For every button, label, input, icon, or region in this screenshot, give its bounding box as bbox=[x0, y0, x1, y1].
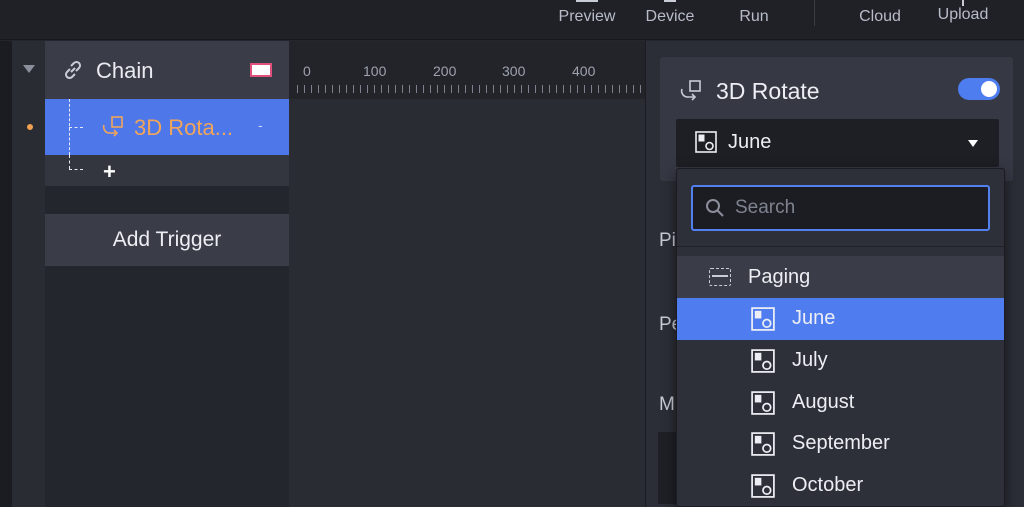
ruler-tick-label: 300 bbox=[502, 63, 526, 79]
item-label: July bbox=[792, 349, 828, 371]
target-layer-select[interactable]: June bbox=[676, 119, 999, 167]
layer-image-icon bbox=[751, 349, 775, 373]
dropdown-search[interactable] bbox=[691, 185, 990, 231]
layer-image-icon bbox=[751, 391, 775, 415]
dropdown-item-july[interactable]: July bbox=[677, 340, 1004, 382]
ruler-tick-label: 200 bbox=[433, 63, 457, 79]
ruler-ticks bbox=[297, 85, 645, 93]
dropdown-divider bbox=[677, 246, 1004, 247]
item-label: June bbox=[792, 307, 836, 329]
search-icon bbox=[706, 199, 724, 217]
left-edge-strip bbox=[0, 41, 12, 507]
upload-icon bbox=[962, 0, 964, 6]
activity-dot bbox=[27, 124, 33, 130]
inspector-title: 3D Rotate bbox=[716, 78, 820, 104]
run-label: Run bbox=[739, 8, 769, 25]
collapse-triangle-icon[interactable] bbox=[23, 65, 35, 73]
timeline-area[interactable] bbox=[289, 41, 645, 507]
top-toolbar: Preview Device Run Cloud Upload bbox=[0, 0, 1024, 40]
dropdown-item-october[interactable]: October bbox=[677, 465, 1004, 507]
chain-header[interactable]: Chain bbox=[45, 41, 289, 99]
layer-gutter bbox=[12, 41, 45, 507]
rotate-3d-icon bbox=[102, 116, 123, 137]
device-icon bbox=[664, 0, 676, 2]
group-label: Paging bbox=[748, 266, 811, 288]
timeline-ruler[interactable]: 0 100 200 300 400 bbox=[289, 41, 645, 99]
device-button[interactable]: Device bbox=[636, 0, 704, 40]
add-trigger-button[interactable]: Add Trigger bbox=[45, 214, 289, 266]
dropdown-group-paging[interactable]: Paging bbox=[677, 256, 1004, 298]
tree-connector bbox=[69, 155, 70, 169]
ruler-tick-label: 0 bbox=[303, 63, 311, 79]
ruler-tick-label: 400 bbox=[572, 63, 596, 79]
tree-branch bbox=[69, 169, 83, 170]
add-icon[interactable]: + bbox=[103, 159, 116, 185]
run-button[interactable]: Run bbox=[726, 0, 782, 40]
upload-button[interactable]: Upload bbox=[928, 0, 998, 40]
item-label: August bbox=[792, 391, 855, 413]
preview-icon bbox=[576, 0, 598, 2]
preview-button[interactable]: Preview bbox=[548, 0, 626, 40]
rotate-3d-icon bbox=[680, 80, 701, 101]
toggle-knob bbox=[981, 81, 997, 97]
dropdown-item-september[interactable]: September bbox=[677, 423, 1004, 465]
preview-label: Preview bbox=[558, 8, 616, 25]
layer-image-icon bbox=[751, 474, 775, 498]
layer-image-icon bbox=[751, 432, 775, 456]
interaction-label: 3D Rota... bbox=[134, 115, 234, 140]
link-icon bbox=[64, 60, 82, 80]
upload-label: Upload bbox=[937, 6, 989, 23]
item-label: October bbox=[792, 474, 864, 496]
property-field[interactable] bbox=[658, 432, 678, 504]
add-interaction-row[interactable]: + bbox=[45, 155, 289, 186]
dropdown-item-june[interactable]: June bbox=[677, 298, 1004, 340]
caret-down-icon bbox=[968, 140, 978, 147]
toolbar-divider bbox=[814, 0, 815, 26]
interaction-dash: - bbox=[258, 117, 263, 133]
property-label: M bbox=[659, 394, 675, 415]
layer-image-icon bbox=[751, 307, 775, 331]
device-label: Device bbox=[645, 8, 695, 25]
chain-color-swatch[interactable] bbox=[250, 63, 272, 77]
tree-branch bbox=[69, 127, 83, 128]
property-label: Pi bbox=[659, 230, 676, 251]
enable-toggle[interactable] bbox=[958, 78, 1000, 100]
interaction-row-3d-rotate[interactable]: 3D Rota... - bbox=[45, 99, 289, 155]
cloud-label: Cloud bbox=[859, 8, 901, 25]
search-input[interactable] bbox=[735, 195, 975, 221]
add-trigger-label: Add Trigger bbox=[112, 228, 222, 251]
page-group-icon bbox=[709, 268, 731, 286]
ruler-tick-label: 100 bbox=[363, 63, 387, 79]
layer-image-icon bbox=[695, 131, 717, 153]
cloud-button[interactable]: Cloud bbox=[848, 0, 912, 40]
chain-title: Chain bbox=[96, 58, 154, 83]
item-label: September bbox=[792, 432, 890, 454]
dropdown-item-august[interactable]: August bbox=[677, 382, 1004, 424]
select-value: June bbox=[728, 131, 772, 153]
